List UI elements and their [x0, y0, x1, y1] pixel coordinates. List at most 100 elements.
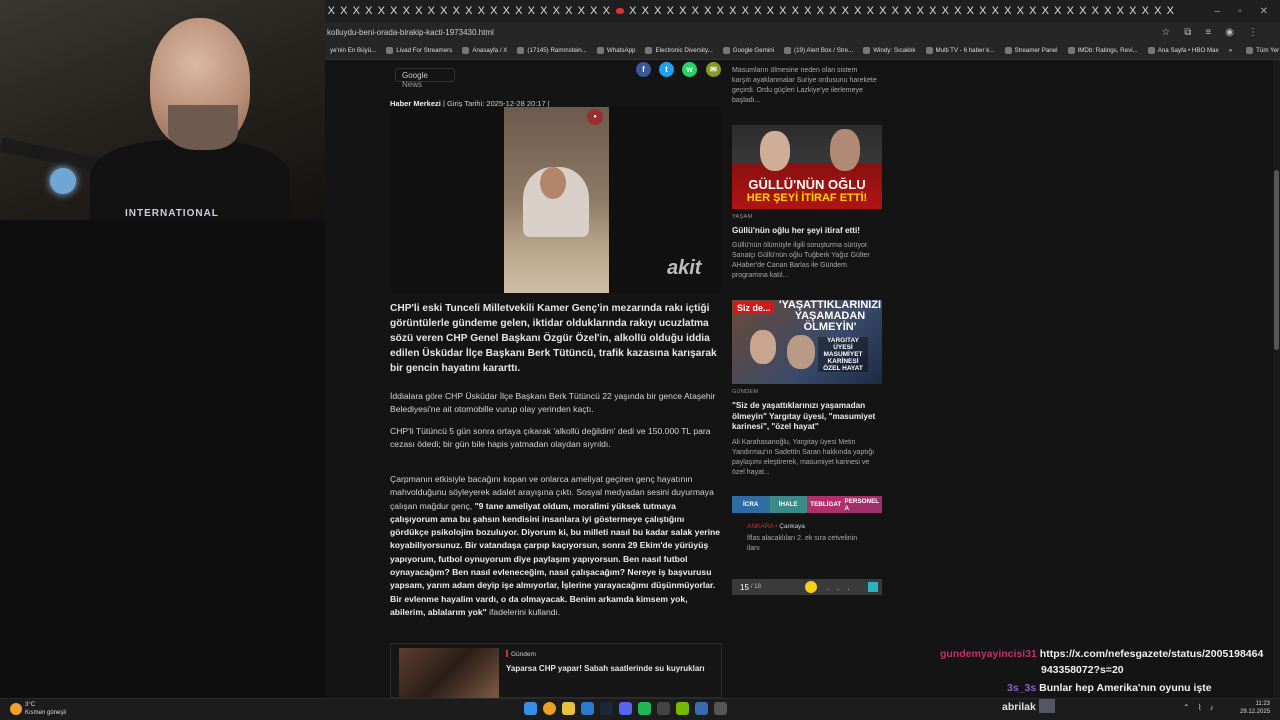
bookmark-item[interactable]: Tüm Yer İşaretleri: [1241, 47, 1280, 54]
tab-close-icon[interactable]: X: [839, 5, 852, 17]
page-scrollbar[interactable]: [1273, 60, 1280, 698]
tab-close-icon[interactable]: X: [802, 5, 815, 17]
volume-icon[interactable]: ♪: [1210, 703, 1214, 712]
edge-icon[interactable]: [581, 702, 594, 715]
tab-close-icon[interactable]: X: [400, 5, 413, 17]
tab-close-icon[interactable]: X: [727, 5, 740, 17]
tab-close-icon[interactable]: X: [964, 5, 977, 17]
tab-close-icon[interactable]: X: [1064, 5, 1077, 17]
story2-title[interactable]: "Siz de yaşattıklarınızı yaşamadan ölmey…: [732, 401, 880, 433]
maximize-icon[interactable]: ▫: [1238, 6, 1242, 17]
bookmark-item[interactable]: Google Gemini: [718, 47, 779, 54]
tab-close-icon[interactable]: X: [1152, 5, 1165, 17]
tab-close-icon[interactable]: X: [664, 5, 677, 17]
tab-close-icon[interactable]: X: [852, 5, 865, 17]
bookmark-item[interactable]: Ana Sayfa • HBO Max: [1143, 47, 1224, 54]
email-share-icon[interactable]: ✉: [706, 62, 721, 77]
steam-icon[interactable]: [600, 702, 613, 715]
calculator-icon[interactable]: [657, 702, 670, 715]
tab-tebligat[interactable]: TEBLİGAT: [807, 496, 845, 513]
tab-personel[interactable]: PERSONEL A: [844, 496, 882, 513]
chrome-icon[interactable]: [543, 702, 556, 715]
spotify-icon[interactable]: [638, 702, 651, 715]
profile-icon[interactable]: ◉: [1225, 27, 1234, 38]
tab-close-icon[interactable]: X: [475, 5, 488, 17]
discord-icon[interactable]: [619, 702, 632, 715]
tab-close-icon[interactable]: X: [338, 5, 351, 17]
url-field[interactable]: kolluydu-beni-orada-birakip-kacti-197343…: [325, 28, 1161, 37]
tab-close-icon[interactable]: X: [627, 5, 640, 17]
file-explorer-icon[interactable]: [562, 702, 575, 715]
bookmark-item[interactable]: Electronic Diversity...: [640, 47, 717, 54]
bookmark-item[interactable]: »: [1224, 47, 1237, 54]
tab-close-icon[interactable]: X: [1127, 5, 1140, 17]
chevron-up-icon[interactable]: ⌃: [1183, 703, 1190, 712]
weather-icon[interactable]: [10, 703, 22, 715]
bookmark-item[interactable]: Windy: Sıcaklık: [858, 47, 920, 54]
tab-close-icon[interactable]: X: [752, 5, 765, 17]
tab-close-icon[interactable]: X: [927, 5, 940, 17]
tab-close-icon[interactable]: X: [463, 5, 476, 17]
pager-next-icon[interactable]: [868, 582, 878, 592]
tab-close-icon[interactable]: X: [714, 5, 727, 17]
extensions-icon[interactable]: ⧉: [1184, 27, 1191, 38]
tab-close-icon[interactable]: X: [1114, 5, 1127, 17]
network-icon[interactable]: ⌇: [1198, 703, 1202, 712]
tab-close-icon[interactable]: X: [952, 5, 965, 17]
tab-close-icon[interactable]: X: [914, 5, 927, 17]
bookmark-item[interactable]: Livad For Streamers: [381, 47, 457, 54]
tab-close-icon[interactable]: X: [600, 5, 613, 17]
scrollbar-thumb[interactable]: [1274, 170, 1279, 350]
bookmark-item[interactable]: Multi TV - 6 haber k...: [921, 47, 1000, 54]
bookmark-item[interactable]: ye'nin En Büyü...: [325, 47, 381, 54]
tab-close-icon[interactable]: X: [652, 5, 665, 17]
tab-close-icon[interactable]: X: [639, 5, 652, 17]
close-icon[interactable]: ✕: [1260, 6, 1268, 17]
tab-close-icon[interactable]: X: [1014, 5, 1027, 17]
related-article-card[interactable]: Gündem Yaparsa CHP yapar! Sabah saatleri…: [390, 643, 722, 698]
recording-tab-icon[interactable]: [615, 8, 624, 14]
tab-close-icon[interactable]: X: [325, 5, 338, 17]
bookmark-item[interactable]: (17145) Rammstein...: [512, 47, 592, 54]
tab-close-icon[interactable]: X: [902, 5, 915, 17]
menu-icon[interactable]: ⋮: [1248, 27, 1258, 38]
tab-close-icon[interactable]: X: [1102, 5, 1115, 17]
bookmark-item[interactable]: (19) Alert Box / Stre...: [779, 47, 858, 54]
tab-close-icon[interactable]: X: [739, 5, 752, 17]
twitter-share-icon[interactable]: t: [659, 62, 674, 77]
clock[interactable]: 11:23 29.12.2025: [1240, 700, 1270, 716]
tab-close-icon[interactable]: X: [425, 5, 438, 17]
tab-close-icon[interactable]: X: [864, 5, 877, 17]
tab-close-icon[interactable]: X: [989, 5, 1002, 17]
tab-close-icon[interactable]: X: [375, 5, 388, 17]
weather-widget[interactable]: 3°C Kısmen güneşli: [25, 701, 66, 717]
tab-close-icon[interactable]: X: [827, 5, 840, 17]
facebook-share-icon[interactable]: f: [636, 62, 651, 77]
article-video[interactable]: ● akit: [390, 107, 722, 293]
windows-start-icon[interactable]: [524, 702, 537, 715]
tab-close-icon[interactable]: X: [513, 5, 526, 17]
tab-close-icon[interactable]: X: [388, 5, 401, 17]
tab-close-icon[interactable]: X: [575, 5, 588, 17]
tab-close-icon[interactable]: X: [1139, 5, 1152, 17]
tab-close-icon[interactable]: X: [525, 5, 538, 17]
minimize-icon[interactable]: –: [1215, 6, 1221, 17]
tab-close-icon[interactable]: X: [814, 5, 827, 17]
story2-image[interactable]: Siz de... 'YAŞATTIKLARINIZI YAŞAMADAN ÖL…: [732, 300, 882, 384]
tab-icra[interactable]: İCRA: [732, 496, 770, 513]
tab-close-icon[interactable]: X: [689, 5, 702, 17]
tab-close-icon[interactable]: X: [789, 5, 802, 17]
tab-close-icon[interactable]: X: [488, 5, 501, 17]
pager-dots[interactable]: ...: [827, 583, 858, 592]
tab-close-icon[interactable]: X: [1052, 5, 1065, 17]
tab-close-icon[interactable]: X: [438, 5, 451, 17]
tab-close-icon[interactable]: X: [764, 5, 777, 17]
tab-close-icon[interactable]: X: [702, 5, 715, 17]
nvidia-icon[interactable]: [676, 702, 689, 715]
tab-ihale[interactable]: İHALE: [769, 496, 807, 513]
tab-close-icon[interactable]: X: [413, 5, 426, 17]
whatsapp-share-icon[interactable]: w: [682, 62, 697, 77]
tab-close-icon[interactable]: X: [450, 5, 463, 17]
tab-close-icon[interactable]: X: [1002, 5, 1015, 17]
tab-close-icon[interactable]: X: [500, 5, 513, 17]
